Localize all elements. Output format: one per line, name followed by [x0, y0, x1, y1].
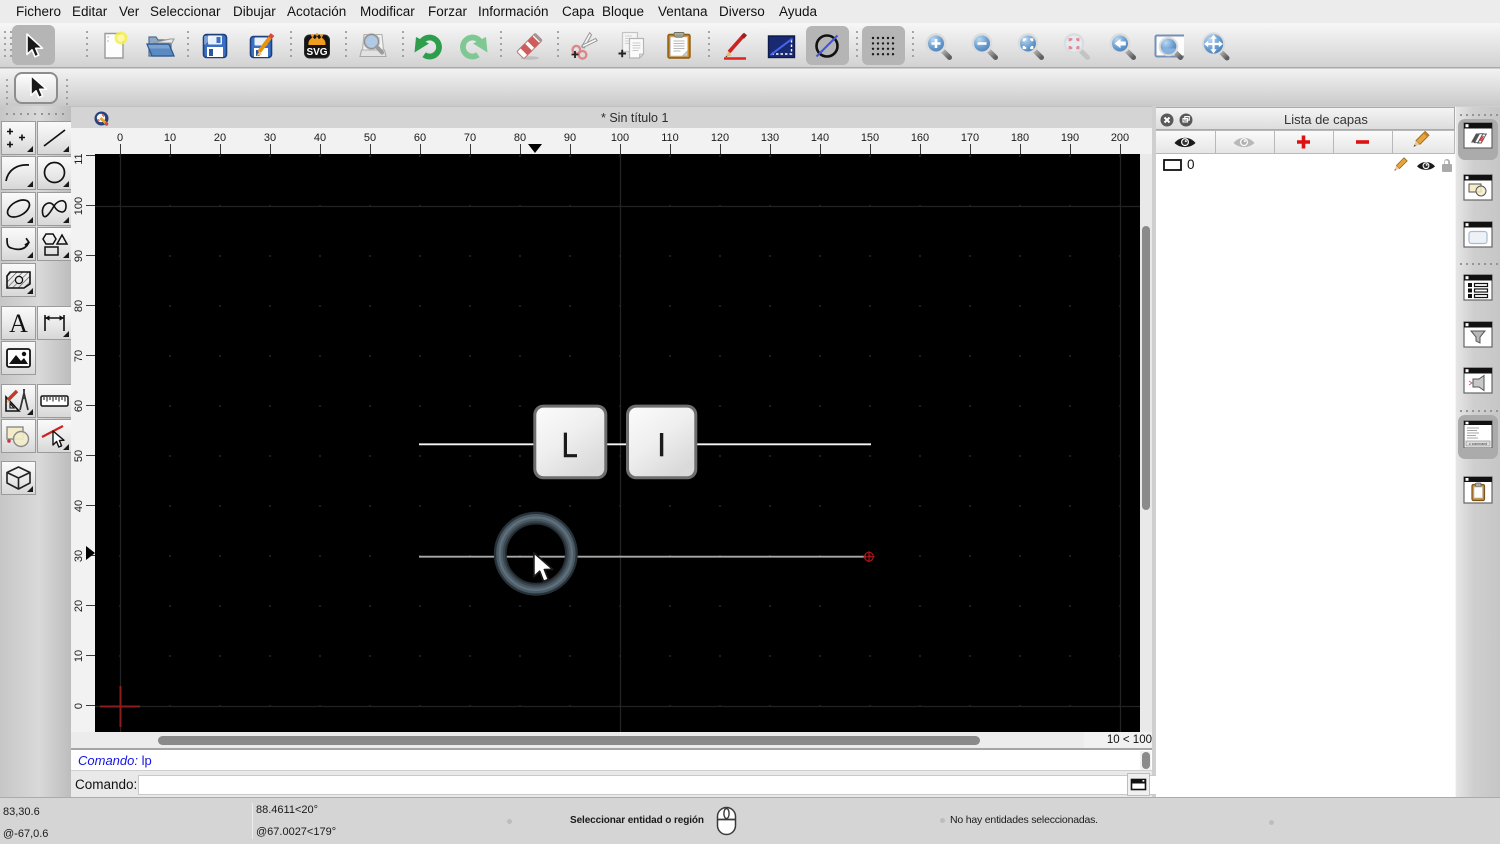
svg-text:30: 30	[264, 132, 276, 144]
svg-text:90: 90	[73, 250, 85, 262]
svg-text:150: 150	[861, 132, 879, 144]
svg-text:20: 20	[73, 600, 85, 612]
svg-text:100: 100	[73, 197, 85, 215]
svg-text:160: 160	[911, 132, 929, 144]
svg-text:140: 140	[811, 132, 829, 144]
svg-text:180: 180	[1011, 132, 1029, 144]
svg-text:170: 170	[961, 132, 979, 144]
svg-text:50: 50	[73, 450, 85, 462]
svg-text:70: 70	[464, 132, 476, 144]
svg-text:80: 80	[73, 300, 85, 312]
svg-text:120: 120	[711, 132, 729, 144]
svg-text:c command: c command	[1469, 442, 1487, 446]
svg-text:110: 110	[73, 154, 85, 165]
svg-text:60: 60	[73, 400, 85, 412]
svg-text:10: 10	[73, 650, 85, 662]
svg-text:90: 90	[564, 132, 576, 144]
svg-text:40: 40	[314, 132, 326, 144]
svg-text:190: 190	[1061, 132, 1079, 144]
svg-text:130: 130	[761, 132, 779, 144]
svg-text:80: 80	[514, 132, 526, 144]
svg-text:110: 110	[661, 132, 679, 144]
svg-text:200: 200	[1111, 132, 1129, 144]
svg-text:A: A	[9, 309, 28, 338]
svg-text:70: 70	[73, 350, 85, 362]
svg-text:0: 0	[73, 703, 85, 709]
svg-text:50: 50	[364, 132, 376, 144]
svg-text:60: 60	[414, 132, 426, 144]
svg-text:40: 40	[73, 500, 85, 512]
svg-text:20: 20	[214, 132, 226, 144]
svg-text:SVG: SVG	[306, 47, 327, 58]
svg-text:100: 100	[611, 132, 629, 144]
svg-text:0: 0	[117, 132, 123, 144]
svg-text:30: 30	[73, 550, 85, 562]
svg-text:10: 10	[164, 132, 176, 144]
